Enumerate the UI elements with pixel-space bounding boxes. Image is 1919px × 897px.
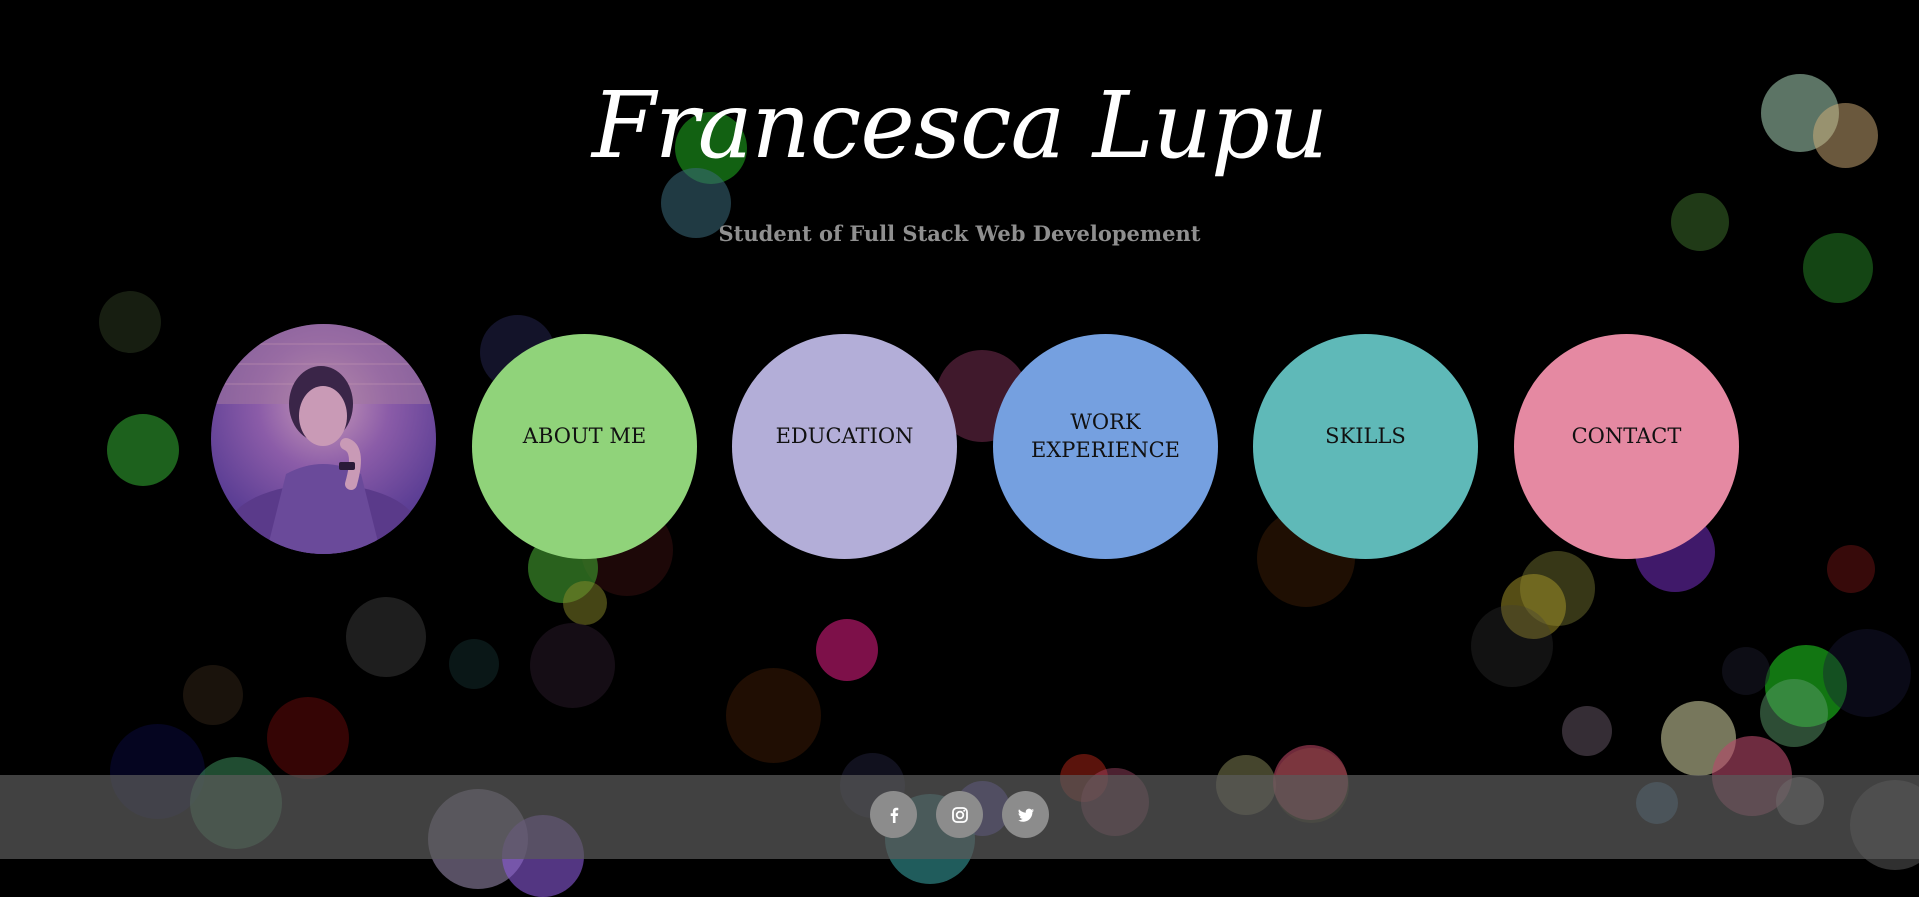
nav-work-experience-button[interactable]: WORK EXPERIENCE — [993, 334, 1218, 559]
nav-skills-button[interactable]: SKILLS — [1253, 334, 1478, 559]
facebook-button[interactable] — [870, 791, 917, 838]
twitter-icon — [1017, 808, 1034, 822]
nav-contact-button[interactable]: CONTACT — [1514, 334, 1739, 559]
nav-work-experience-label: WORK EXPERIENCE — [1031, 410, 1180, 462]
twitter-button[interactable] — [1002, 791, 1049, 838]
instagram-icon — [951, 806, 968, 823]
nav-education-label: EDUCATION — [775, 423, 914, 448]
nav-education-button[interactable]: EDUCATION — [732, 334, 957, 559]
nav-skills-label: SKILLS — [1325, 423, 1406, 448]
nav-contact-label: CONTACT — [1571, 423, 1682, 448]
main-nav: ABOUT ME EDUCATION WORK EXPERIENCE SKILL… — [0, 0, 1919, 859]
nav-about-me-label: ABOUT ME — [522, 423, 647, 448]
nav-about-me-button[interactable]: ABOUT ME — [472, 334, 697, 559]
profile-avatar — [211, 324, 436, 554]
instagram-button[interactable] — [936, 791, 983, 838]
facebook-icon — [890, 807, 898, 823]
profile-photo — [211, 324, 436, 554]
